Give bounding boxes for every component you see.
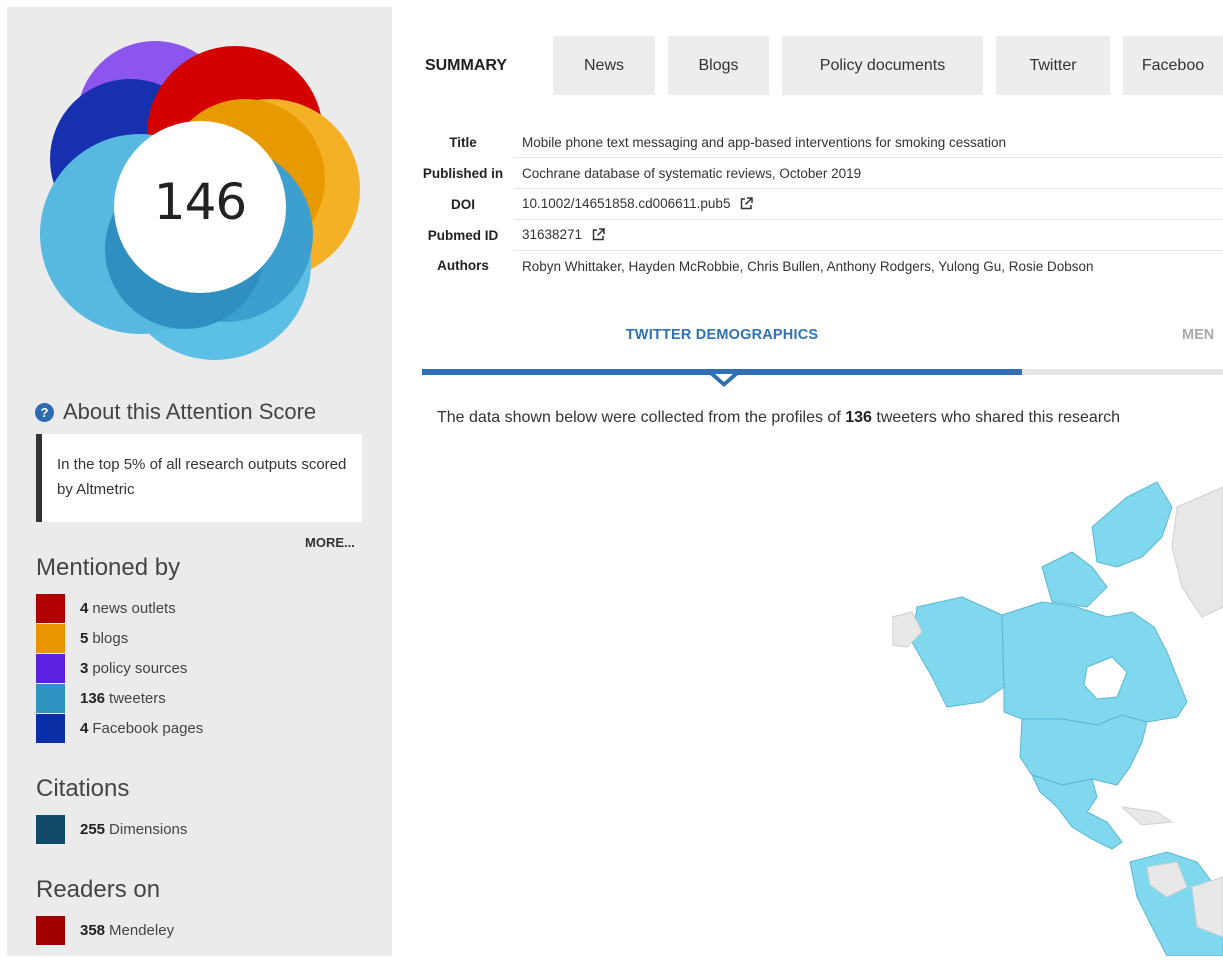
pubmed-cell: 31638271 bbox=[514, 219, 1223, 251]
legend-swatch bbox=[36, 814, 65, 844]
legend-swatch bbox=[36, 653, 65, 683]
legend-label: news outlets bbox=[92, 599, 176, 617]
citations-list: 255 Dimensions bbox=[36, 814, 187, 844]
legend-label: Dimensions bbox=[109, 820, 188, 838]
mentioned-by-item[interactable]: 3 policy sources bbox=[36, 653, 203, 683]
collected-suffix: tweeters who shared this research bbox=[876, 409, 1121, 426]
legend-count: 3 bbox=[80, 659, 89, 677]
main-panel: SUMMARY News Blogs Policy documents Twitter F… bbox=[392, 7, 1223, 957]
legend-label: Mendeley bbox=[109, 921, 175, 939]
tabs: SUMMARY News Blogs Policy documents Twitter F… bbox=[392, 36, 1223, 95]
external-link-icon[interactable] bbox=[592, 227, 605, 244]
tab-twitter[interactable]: Twitter bbox=[996, 36, 1110, 95]
legend-count: 4 bbox=[80, 599, 89, 617]
rank-text: In the top 5% of all research outputs sc… bbox=[57, 456, 347, 498]
altmetric-donut[interactable]: 146 bbox=[35, 39, 365, 369]
mentioned-by-heading: Mentioned by bbox=[36, 554, 181, 581]
help-icon: ? bbox=[35, 402, 54, 422]
attention-sidebar: 146 ? About this Attention Score In the … bbox=[7, 7, 392, 956]
published-label: Published in bbox=[422, 165, 504, 181]
doi-value[interactable]: 10.1002/14651858.cd006611.pub5 bbox=[522, 196, 730, 211]
authors-label: Authors bbox=[437, 258, 489, 274]
demographics-tabs: TWITTER DEMOGRAPHICS MEN bbox=[422, 327, 1223, 387]
about-attention-score-link[interactable]: ? About this Attention Score bbox=[35, 399, 316, 425]
legend-label: Facebook pages bbox=[92, 719, 204, 737]
tab-summary[interactable]: SUMMARY bbox=[392, 36, 540, 95]
attention-score: 146 bbox=[153, 173, 247, 231]
readers-item[interactable]: 358 Mendeley bbox=[36, 915, 174, 945]
pubmed-label: Pubmed ID bbox=[427, 227, 499, 243]
published-value: Cochrane database of systematic reviews,… bbox=[514, 157, 1223, 189]
legend-count: 5 bbox=[80, 629, 89, 647]
map-region-arctic-islands bbox=[1091, 481, 1173, 568]
demographics-description: The data shown below were collected from… bbox=[437, 409, 1120, 427]
world-map-graphic bbox=[891, 481, 1223, 957]
title-value: Mobile phone text messaging and app-base… bbox=[514, 127, 1223, 158]
map-region-caribbean bbox=[1120, 806, 1174, 826]
tab-bar: SUMMARY News Blogs Policy documents Twitter F… bbox=[392, 7, 1223, 95]
tab-mendeley-readers[interactable]: MEN bbox=[1182, 327, 1214, 343]
collected-prefix: The data shown below were collected from… bbox=[437, 409, 841, 426]
summary-row-published: Published in Cochrane database of system… bbox=[418, 157, 1223, 189]
summary-row-pubmed: Pubmed ID 31638271 bbox=[418, 219, 1223, 251]
mentioned-by-item[interactable]: 4 Facebook pages bbox=[36, 713, 203, 743]
tab-faceboo[interactable]: Faceboo bbox=[1123, 36, 1223, 95]
legend-swatch bbox=[36, 713, 65, 743]
doi-label: DOI bbox=[450, 196, 475, 212]
map-region-mexico bbox=[1031, 774, 1123, 850]
title-label: Title bbox=[449, 134, 477, 150]
readers-heading: Readers on bbox=[36, 876, 161, 903]
legend-label: blogs bbox=[92, 629, 129, 647]
authors-value: Robyn Whittaker, Hayden McRobbie, Chris … bbox=[522, 258, 1094, 274]
map-region-greenland bbox=[1171, 486, 1223, 618]
active-tab-pointer-icon bbox=[709, 374, 739, 387]
doi-cell: 10.1002/14651858.cd006611.pub5 bbox=[514, 188, 1223, 220]
summary-table: Title Mobile phone text messaging and ap… bbox=[418, 127, 1223, 281]
mentioned-by-list: 4 news outlets 5 blogs 3 policy sources 136 twe… bbox=[36, 593, 203, 743]
tab-policy-documents[interactable]: Policy documents bbox=[782, 36, 983, 95]
legend-count: 255 bbox=[80, 820, 106, 838]
tab-twitter-demographics[interactable]: TWITTER DEMOGRAPHICS bbox=[422, 327, 1022, 343]
legend-swatch bbox=[36, 683, 65, 713]
citations-heading: Citations bbox=[36, 775, 130, 802]
summary-row-authors: Authors Robyn Whittaker, Hayden McRobbie… bbox=[418, 251, 1223, 282]
pubmed-value[interactable]: 31638271 bbox=[522, 227, 582, 242]
tab-blogs[interactable]: Blogs bbox=[668, 36, 769, 95]
map-region-usa bbox=[1019, 714, 1148, 786]
legend-swatch bbox=[36, 623, 65, 653]
mentioned-by-item[interactable]: 5 blogs bbox=[36, 623, 203, 653]
about-label: About this Attention Score bbox=[63, 399, 317, 424]
legend-label: tweeters bbox=[109, 689, 166, 707]
legend-swatch bbox=[36, 915, 65, 945]
legend-count: 4 bbox=[80, 719, 89, 737]
collected-count: 136 bbox=[845, 409, 872, 426]
tab-news[interactable]: News bbox=[553, 36, 655, 95]
attention-rank-box: In the top 5% of all research outputs sc… bbox=[36, 434, 362, 522]
mentioned-by-item[interactable]: 4 news outlets bbox=[36, 593, 203, 623]
more-link[interactable]: MORE... bbox=[305, 535, 355, 550]
legend-count: 136 bbox=[80, 689, 106, 707]
legend-count: 358 bbox=[80, 921, 106, 939]
summary-row-title: Title Mobile phone text messaging and ap… bbox=[418, 127, 1223, 158]
legend-swatch bbox=[36, 593, 65, 623]
citations-item[interactable]: 255 Dimensions bbox=[36, 814, 187, 844]
legend-label: policy sources bbox=[92, 659, 188, 677]
twitter-demographics-map[interactable] bbox=[891, 467, 1223, 957]
map-region-alaska bbox=[911, 596, 1005, 708]
external-link-icon[interactable] bbox=[740, 196, 753, 213]
summary-row-doi: DOI 10.1002/14651858.cd006611.pub5 bbox=[418, 188, 1223, 220]
readers-list: 358 Mendeley bbox=[36, 915, 174, 945]
mentioned-by-item[interactable]: 136 tweeters bbox=[36, 683, 203, 713]
